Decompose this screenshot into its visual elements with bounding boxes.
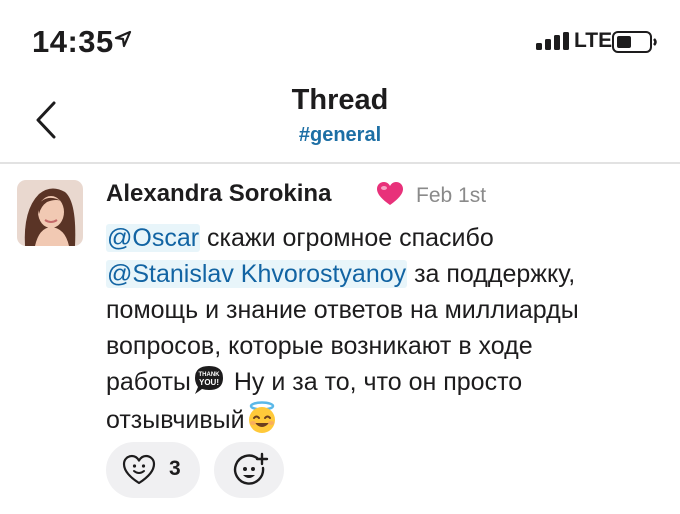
avatar[interactable] bbox=[17, 180, 83, 246]
message-author[interactable]: Alexandra Sorokina bbox=[106, 180, 331, 208]
page-title: Thread bbox=[291, 84, 389, 116]
signal-icon bbox=[536, 32, 569, 50]
network-type: LTE bbox=[574, 29, 613, 52]
message-text: вопросов, которые возникают в ходе bbox=[106, 332, 533, 360]
battery-icon bbox=[612, 31, 657, 53]
channel-name[interactable]: #general bbox=[0, 124, 680, 147]
message-text: скажи огромное спасибо bbox=[200, 224, 494, 252]
innocent-smile-emoji bbox=[248, 401, 275, 433]
message-text: за поддержку, bbox=[407, 260, 576, 288]
message-date: Feb 1st bbox=[416, 184, 487, 207]
mention-stanislav[interactable]: @Stanislav Khvorostyanoy bbox=[106, 260, 408, 288]
heart-icon bbox=[377, 182, 403, 205]
message-text: помощь и знание ответов на миллиарды bbox=[106, 296, 579, 324]
message-text: работы bbox=[106, 368, 191, 396]
reaction-count: 3 bbox=[169, 457, 181, 480]
add-reaction-icon bbox=[233, 452, 269, 485]
svg-text:YOU!: YOU! bbox=[199, 378, 219, 387]
message-text: Ну и за то, что он просто bbox=[226, 368, 523, 396]
heart-face-icon bbox=[122, 454, 156, 485]
location-arrow-icon bbox=[114, 30, 132, 48]
status-bar: 14:35 LTE bbox=[0, 0, 680, 80]
header-divider bbox=[0, 162, 680, 164]
thank-you-emoji: THANK YOU! bbox=[194, 366, 223, 394]
status-time: 14:35 bbox=[32, 24, 114, 59]
message-text: отзывчивый bbox=[106, 406, 245, 434]
mention-oscar[interactable]: @Oscar bbox=[106, 224, 201, 252]
add-reaction-button[interactable] bbox=[214, 442, 284, 498]
reaction-love[interactable]: 3 bbox=[106, 442, 200, 498]
message-body: @Oscar скажи огромное спасибо @Stanislav… bbox=[106, 220, 676, 438]
